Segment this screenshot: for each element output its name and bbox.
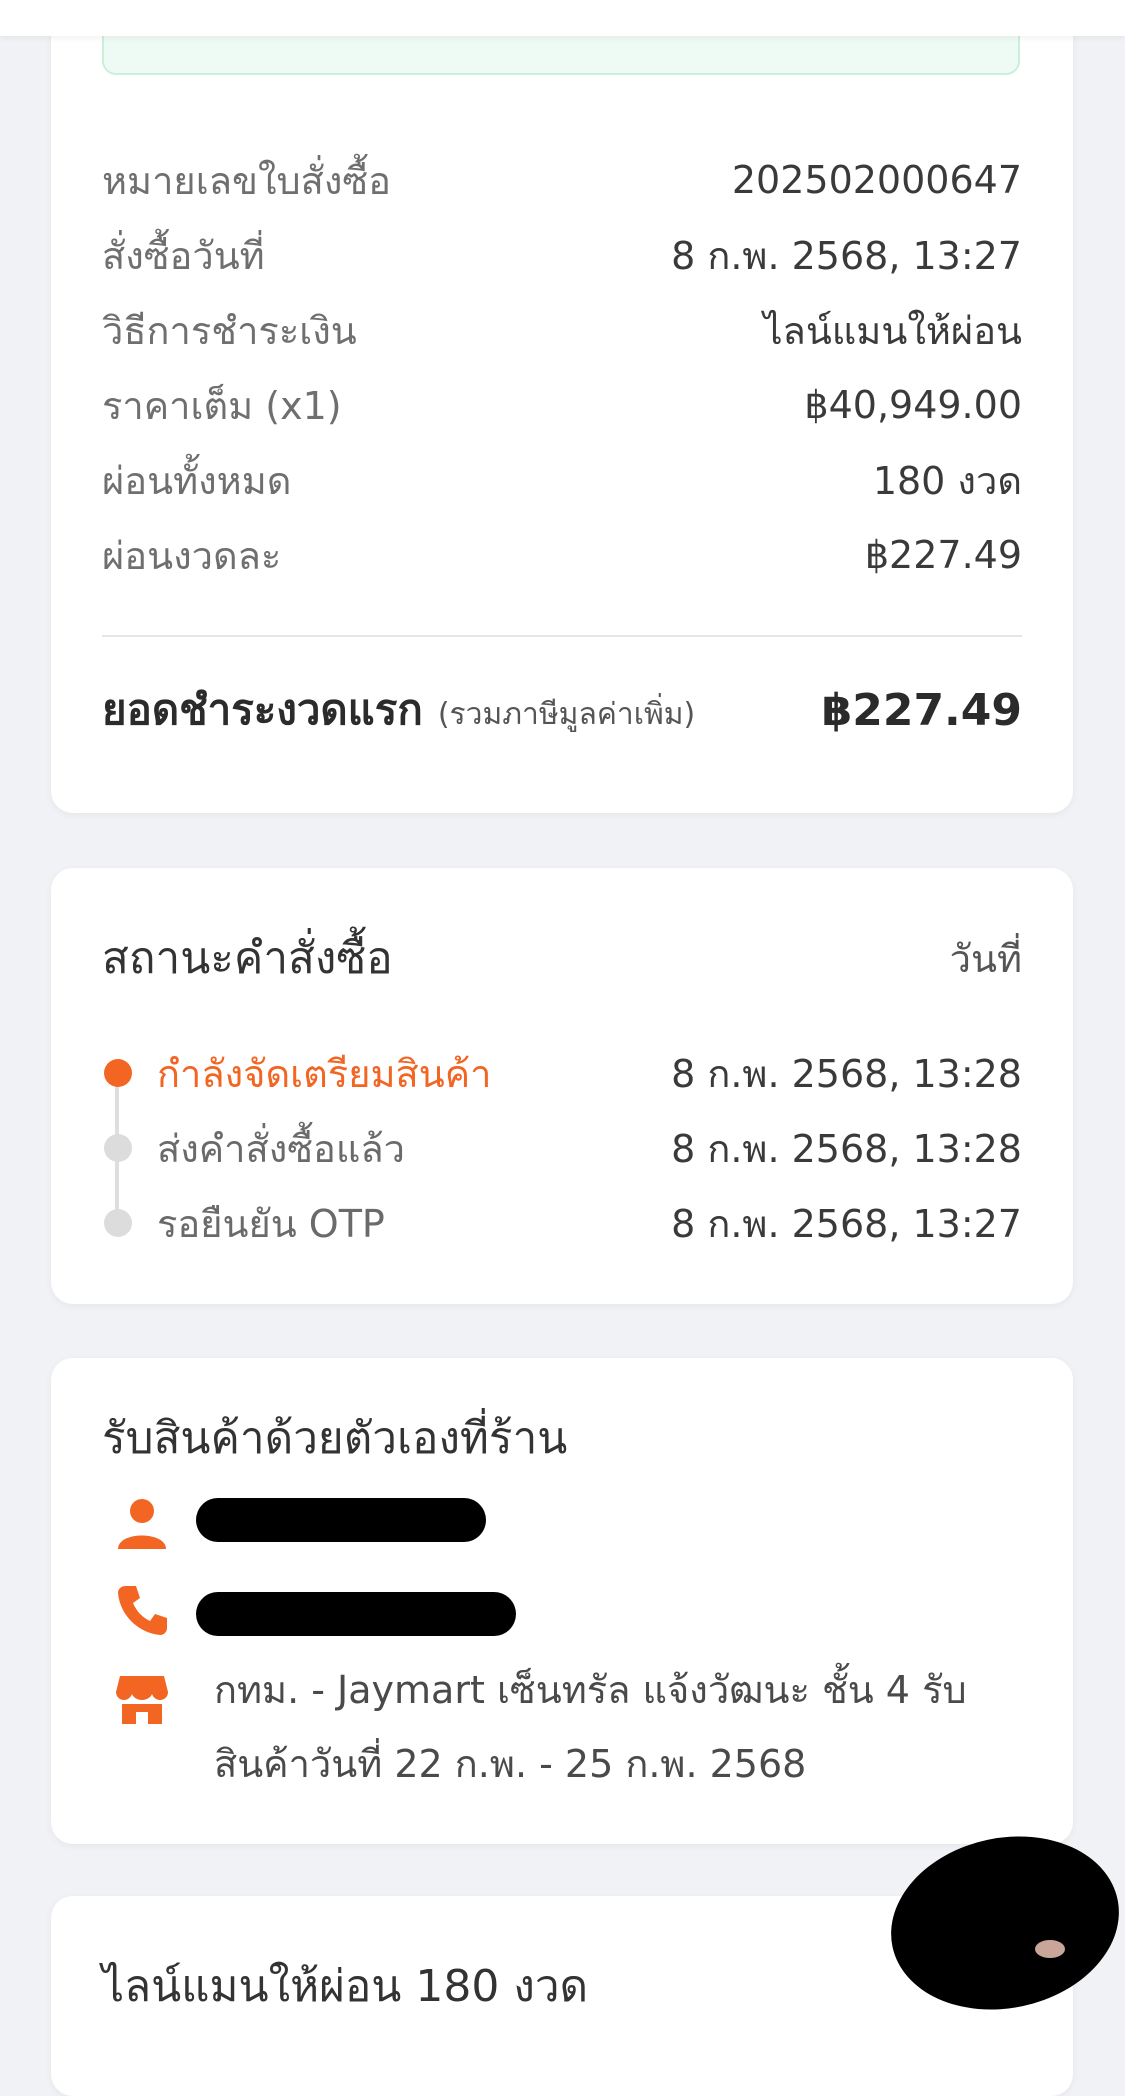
step-name: กำลังจัดเตรียมสินค้า: [157, 1051, 492, 1096]
installment-amount-row: ผ่อนงวดละ ฿227.49: [102, 525, 1022, 585]
payment-method-label: วิธีการชำระเงิน: [102, 308, 357, 353]
pickup-address: กทม. - Jaymart เซ็นทรัล แจ้งวัฒนะ ชั้น 4…: [214, 1653, 1014, 1801]
installment-amount-label: ผ่อนงวดละ: [102, 533, 282, 578]
active-step-dot: [104, 1059, 132, 1087]
order-status-header: สถานะคำสั่งซื้อ วันที่: [102, 928, 1022, 988]
divider: [102, 635, 1022, 637]
installment-count-label: ผ่อนทั้งหมด: [102, 458, 292, 503]
first-payment-amount: ฿227.49: [821, 684, 1022, 736]
order-date-label: สั่งซื้อวันที่: [102, 233, 265, 278]
redacted-phone: [196, 1592, 516, 1636]
store-icon: [112, 1668, 172, 1728]
full-price-row: ราคาเต็ม (x1) ฿40,949.00: [102, 375, 1022, 435]
step-time: 8 ก.พ. 2568, 13:28: [671, 1051, 1022, 1096]
step-name: รอยืนยัน OTP: [157, 1201, 385, 1246]
first-payment-label-group: ยอดชำระงวดแรก (รวมภาษีมูลค่าเพิ่ม): [102, 677, 695, 743]
redacted-name: [196, 1498, 486, 1542]
date-column-label: วันที่: [949, 936, 1022, 981]
pickup-title: รับสินค้าด้วยตัวเองที่ร้าน: [102, 1413, 568, 1464]
order-status-title: สถานะคำสั่งซื้อ: [102, 933, 393, 984]
payment-method-row: วิธีการชำระเงิน ไลน์แมนให้ผ่อน: [102, 300, 1022, 360]
step-name: ส่งคำสั่งซื้อแล้ว: [157, 1126, 405, 1171]
order-summary-card: หมายเลขใบสั่งซื้อ 202502000647 สั่งซื้อว…: [51, 0, 1073, 813]
status-step-order-sent: ส่งคำสั่งซื้อแล้ว 8 ก.พ. 2568, 13:28: [102, 1118, 1022, 1178]
full-price-label: ราคาเต็ม (x1): [102, 383, 342, 428]
order-date-value: 8 ก.พ. 2568, 13:27: [671, 233, 1022, 278]
installment-count-row: ผ่อนทั้งหมด 180 งวด: [102, 450, 1022, 510]
redaction-gap: [1035, 1940, 1065, 1958]
step-dot: [104, 1209, 132, 1237]
step-time: 8 ก.พ. 2568, 13:27: [671, 1201, 1022, 1246]
installment-count-value: 180 งวด: [872, 458, 1022, 503]
store-pickup-card: รับสินค้าด้วยตัวเองที่ร้าน กทม. - Jaymar…: [51, 1358, 1073, 1844]
first-payment-row: ยอดชำระงวดแรก (รวมภาษีมูลค่าเพิ่ม) ฿227.…: [102, 675, 1022, 745]
order-number-label: หมายเลขใบสั่งซื้อ: [102, 158, 391, 203]
order-number-value: 202502000647: [731, 158, 1022, 202]
address-line-2: สินค้าวันที่ 22 ก.พ. - 25 ก.พ. 2568: [214, 1742, 807, 1786]
first-payment-label: ยอดชำระงวดแรก: [102, 685, 423, 734]
order-date-row: สั่งซื้อวันที่ 8 ก.พ. 2568, 13:27: [102, 225, 1022, 285]
vat-note: (รวมภาษีมูลค่าเพิ่ม): [437, 697, 696, 732]
status-step-preparing: กำลังจัดเตรียมสินค้า 8 ก.พ. 2568, 13:28: [102, 1043, 1022, 1103]
address-line-1: กทม. - Jaymart เซ็นทรัล แจ้งวัฒนะ ชั้น 4…: [214, 1668, 967, 1712]
status-step-otp: รอยืนยัน OTP 8 ก.พ. 2568, 13:27: [102, 1193, 1022, 1253]
full-price-value: ฿40,949.00: [804, 383, 1022, 427]
phone-icon: [112, 1580, 172, 1640]
plan-title: ไลน์แมนให้ผ่อน 180 งวด: [102, 1961, 589, 2012]
step-dot: [104, 1134, 132, 1162]
person-icon: [112, 1493, 172, 1553]
order-number-row: หมายเลขใบสั่งซื้อ 202502000647: [102, 150, 1022, 210]
top-app-bar: [0, 0, 1125, 36]
payment-method-value: ไลน์แมนให้ผ่อน: [763, 308, 1022, 353]
installment-amount-value: ฿227.49: [864, 533, 1022, 577]
step-time: 8 ก.พ. 2568, 13:28: [671, 1126, 1022, 1171]
order-status-card: สถานะคำสั่งซื้อ วันที่ กำลังจัดเตรียมสิน…: [51, 868, 1073, 1304]
